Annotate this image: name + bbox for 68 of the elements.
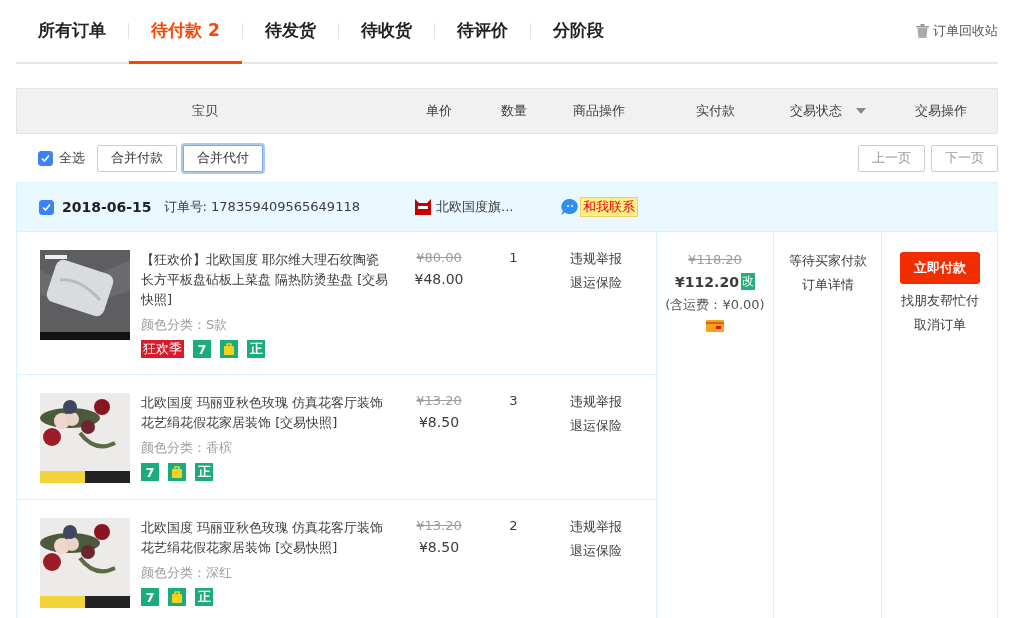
column-header: 单价: [426, 102, 452, 120]
service-badge: 7: [141, 588, 159, 606]
unit-price: ¥48.00: [414, 271, 464, 287]
select-all-label: 全选: [59, 149, 85, 167]
quantity: 1: [509, 250, 518, 265]
order-status-text: 等待买家付款: [788, 252, 867, 270]
checkbox[interactable]: [39, 199, 54, 215]
original-price: ¥13.20: [416, 393, 462, 408]
column-header: 交易操作: [914, 102, 967, 120]
service-badge: 7: [141, 463, 159, 481]
order-action-link[interactable]: 取消订单: [914, 316, 966, 334]
quantity: 2: [509, 518, 518, 533]
checkbox[interactable]: [38, 150, 53, 166]
card-icon: [706, 320, 724, 332]
dropdown-icon[interactable]: [856, 108, 866, 114]
column-header: 实付款: [696, 102, 735, 120]
order-details-link[interactable]: 订单详情: [801, 276, 854, 294]
product-title[interactable]: 北欧国度 玛丽亚秋色玫瑰 仿真花客厅装饰花艺绢花假花家居装饰 [交易快照]: [141, 518, 392, 558]
item-action-link[interactable]: 退运保险: [570, 274, 656, 292]
order-tab[interactable]: 分阶段: [530, 0, 626, 64]
bag-icon: [168, 588, 186, 606]
product-variant: 颜色分类：深红: [141, 564, 233, 582]
item-action-link[interactable]: 违规举报: [570, 250, 656, 268]
bag-icon: [220, 340, 238, 358]
service-badge: 正: [247, 340, 265, 358]
column-header: 宝贝: [191, 102, 218, 120]
original-price: ¥13.20: [416, 518, 462, 533]
original-price: ¥80.00: [416, 250, 462, 265]
quantity: 3: [509, 393, 518, 408]
trash-icon: [916, 24, 929, 38]
bag-icon: [168, 463, 186, 481]
merge-button[interactable]: 合并付款: [97, 144, 177, 172]
order-tab[interactable]: 待评价: [434, 0, 530, 64]
column-header: 交易状态: [790, 102, 842, 120]
recycle-bin-link[interactable]: 订单回收站: [916, 22, 998, 40]
pay-now-button[interactable]: 立即付款: [900, 252, 980, 284]
contact-link[interactable]: 和我联系: [580, 197, 638, 217]
service-badge: 正: [195, 463, 213, 481]
original-total: ¥118.20: [688, 252, 742, 267]
merge-button[interactable]: 合并代付: [183, 144, 263, 172]
product-title[interactable]: 北欧国度 玛丽亚秋色玫瑰 仿真花客厅装饰花艺绢花假花家居装饰 [交易快照]: [141, 393, 392, 433]
shipping-fee: (含运费：¥0.00): [665, 296, 765, 314]
column-header: 数量: [500, 102, 527, 120]
column-header: 商品操作: [573, 102, 625, 120]
order-tab[interactable]: 待收货: [338, 0, 434, 64]
shop-name[interactable]: 北欧国度旗...: [436, 198, 514, 216]
item-action-link[interactable]: 违规举报: [570, 393, 656, 411]
product-title[interactable]: 【狂欢价】北欧国度 耶尔维大理石纹陶瓷长方平板盘砧板上菜盘 隔热防烫垫盘 [交易快照]: [141, 250, 392, 310]
order-date: 2018-06-15: [62, 199, 152, 215]
checkmark-icon: [41, 153, 50, 163]
checkmark-icon: [42, 202, 51, 212]
item-action-link[interactable]: 违规举报: [570, 518, 656, 536]
unit-price: ¥8.50: [418, 539, 460, 555]
product-variant: 颜色分类：香槟: [141, 439, 233, 457]
service-badge: 7: [193, 340, 211, 358]
order-action-link[interactable]: 找朋友帮忙付: [901, 292, 979, 310]
item-action-link[interactable]: 退运保险: [570, 542, 656, 560]
service-badge: 正: [195, 588, 213, 606]
product-variant: 颜色分类：S款: [141, 316, 229, 334]
total-amount: ¥112.20: [675, 273, 739, 290]
promo-tag: 狂欢季: [141, 340, 184, 358]
chat-bubble-icon: [560, 198, 580, 216]
item-action-link[interactable]: 退运保险: [570, 417, 656, 435]
shop-cat-icon: [414, 199, 432, 215]
order-tab[interactable]: 所有订单: [16, 0, 128, 64]
unit-price: ¥8.50: [418, 414, 460, 430]
order-tab[interactable]: 待发货: [242, 0, 338, 64]
order-number: 订单号: 178359409565649118: [163, 198, 360, 216]
